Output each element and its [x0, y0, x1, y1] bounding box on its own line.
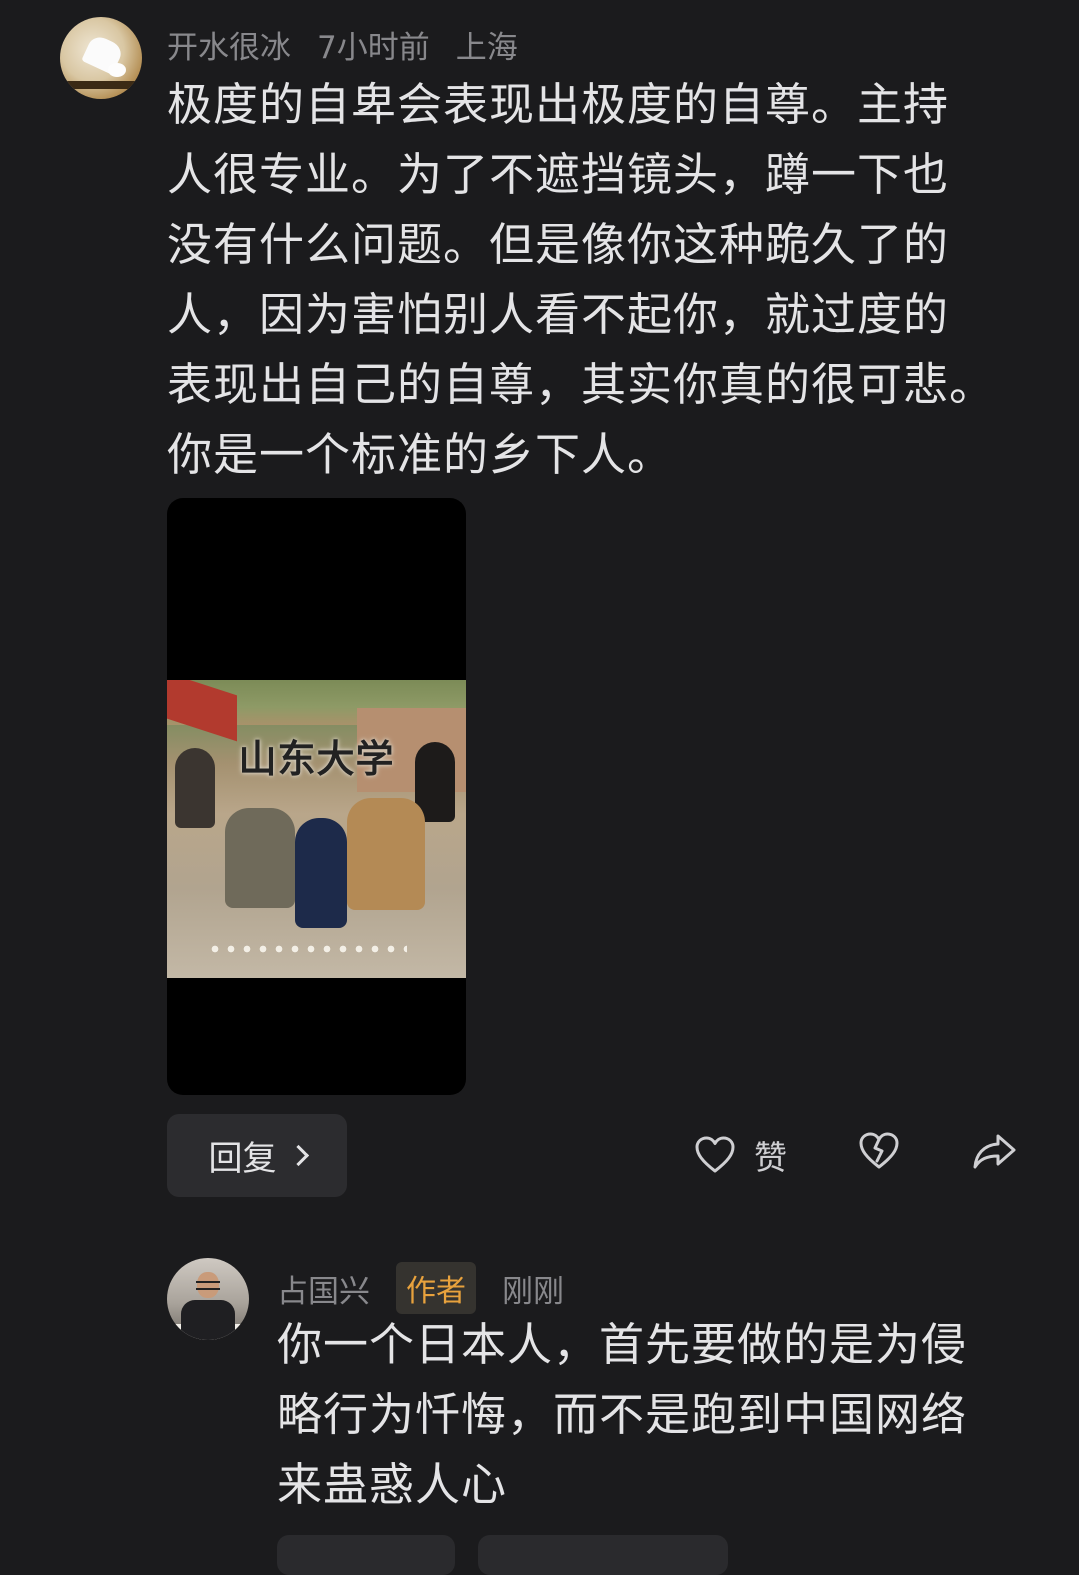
- chevron-right-icon: [287, 1144, 309, 1167]
- reply-action-stub[interactable]: [277, 1535, 455, 1575]
- comment-body: 极度的自卑会表现出极度的自尊。主持 人很专业。为了不遮挡镜头，蹲一下也 没有什么…: [167, 70, 1037, 490]
- heart-icon: [695, 1136, 735, 1173]
- replier-avatar[interactable]: [167, 1258, 249, 1340]
- author-badge: 作者: [396, 1262, 476, 1314]
- comment-line: 没有什么问题。但是像你这种跪久了的: [167, 218, 950, 271]
- media-person-center: [295, 818, 347, 928]
- comment-line: 极度的自卑会表现出极度的自尊。主持: [167, 78, 950, 131]
- avatar-band: [60, 81, 142, 89]
- reply-line: 来蛊惑人心: [277, 1458, 508, 1511]
- media-caption: 山东大学: [238, 737, 395, 781]
- share-button[interactable]: [972, 1131, 1018, 1171]
- commenter-name[interactable]: 开水很冰: [167, 30, 291, 66]
- media-person-left: [225, 808, 295, 908]
- comment-line: 人，因为害怕别人看不起你，就过度的: [167, 288, 950, 341]
- reply-button[interactable]: 回复: [167, 1114, 347, 1197]
- reply-time: 刚刚: [502, 1273, 564, 1310]
- like-label: 赞: [754, 1138, 787, 1177]
- commenter-avatar[interactable]: [60, 17, 142, 99]
- reply-line: 你一个日本人，首先要做的是为侵: [277, 1318, 968, 1371]
- comment-meta: 开水很冰 7小时前 上海: [167, 22, 544, 67]
- reply-action-stub[interactable]: [478, 1535, 728, 1575]
- comment-location: 上海: [455, 30, 518, 66]
- reply-body: 你一个日本人，首先要做的是为侵 略行为忏悔，而不是跑到中国网络 来蛊惑人心: [277, 1310, 1037, 1520]
- like-button[interactable]: 赞: [694, 1131, 787, 1179]
- glasses-icon: [196, 1281, 220, 1290]
- comment-line: 你是一个标准的乡下人。: [167, 428, 674, 481]
- reply-line: 略行为忏悔，而不是跑到中国网络: [277, 1388, 968, 1441]
- avatar-suit: [181, 1300, 235, 1340]
- media-garlic-row: [207, 942, 407, 956]
- shuttlecock-cork: [108, 63, 126, 77]
- comment-media-thumbnail[interactable]: 山东大学: [167, 498, 466, 1095]
- media-person-right: [347, 798, 425, 910]
- reply-meta: 占国兴 作者 刚刚: [277, 1262, 590, 1314]
- broken-heart-icon: [859, 1132, 899, 1169]
- comment-line: 人很专业。为了不遮挡镜头，蹲一下也: [167, 148, 950, 201]
- dislike-button[interactable]: [858, 1131, 900, 1171]
- comment-line: 表现出自己的自尊，其实你真的很可悲。: [167, 358, 996, 411]
- comment-time: 7小时前: [317, 30, 430, 66]
- replier-name[interactable]: 占国兴: [277, 1266, 370, 1311]
- media-image: 山东大学: [167, 680, 466, 978]
- share-arrow-icon: [973, 1134, 1016, 1169]
- reply-button-label: 回复: [208, 1139, 277, 1179]
